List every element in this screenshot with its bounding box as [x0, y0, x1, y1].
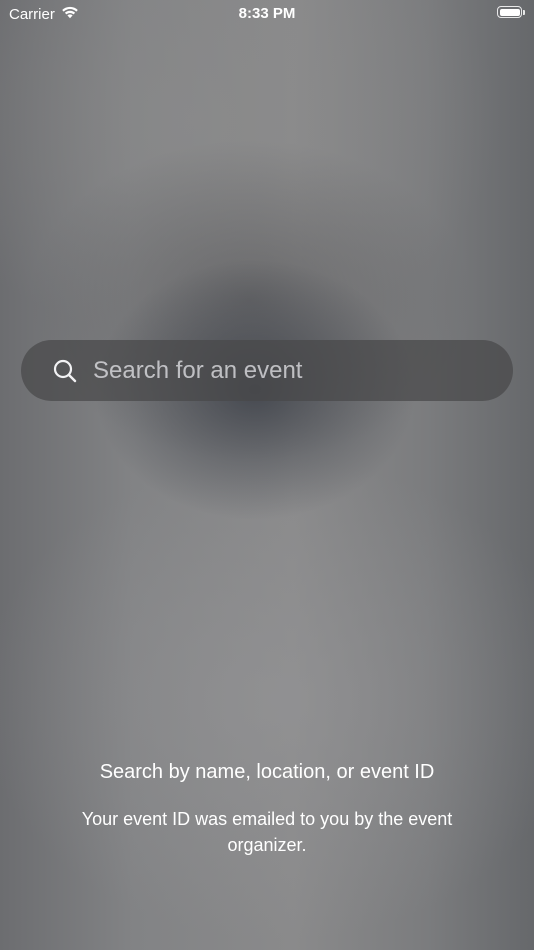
search-input[interactable] [93, 356, 493, 385]
hint-subtitle: Your event ID was emailed to you by the … [81, 809, 453, 855]
battery-icon [497, 6, 522, 18]
status-time: 8:33 PM [238, 5, 296, 22]
search-bar[interactable] [21, 340, 513, 401]
hint-block: Search by name, location, or event ID Yo… [60, 758, 474, 858]
hint-title: Search by name, location, or event ID [99, 761, 435, 783]
status-right [497, 6, 525, 18]
status-bar: Carrier 8:33 PM [0, 0, 534, 28]
search-icon [53, 359, 77, 383]
battery-tip [523, 9, 525, 15]
